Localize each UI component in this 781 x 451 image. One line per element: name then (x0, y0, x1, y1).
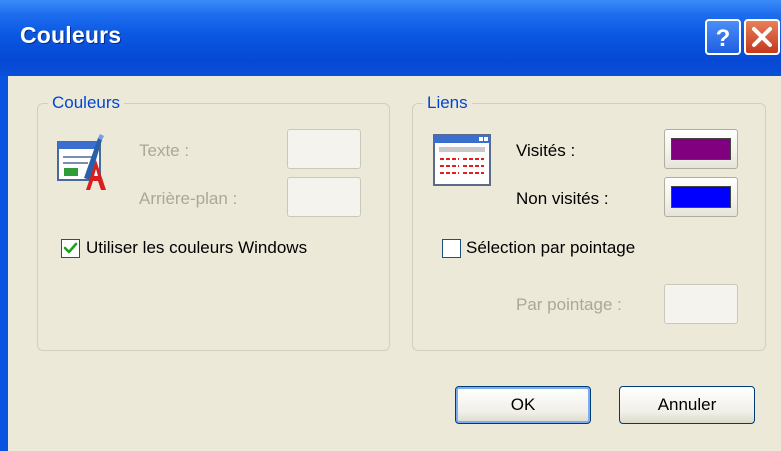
help-button[interactable]: ? (705, 19, 741, 55)
hover-color-label: Par pointage : (516, 295, 622, 314)
background-color-button[interactable] (287, 177, 361, 217)
unvisited-color-button[interactable] (664, 177, 738, 217)
visited-color-label: Visités : (516, 141, 576, 160)
dialog-body: Couleurs Texte : Arrière-plan : Utiliser… (8, 76, 781, 451)
text-color-button[interactable] (287, 129, 361, 169)
web-page-icon (433, 134, 491, 186)
hover-selection-label[interactable]: Sélection par pointage (466, 238, 635, 258)
hover-color-button[interactable] (664, 284, 738, 324)
cancel-button[interactable]: Annuler (619, 386, 755, 424)
use-windows-colors-checkbox[interactable] (61, 239, 80, 258)
ok-button[interactable]: OK (455, 386, 591, 424)
hover-selection-checkbox[interactable] (442, 239, 461, 258)
svg-text:?: ? (716, 25, 731, 52)
window-title: Couleurs (20, 22, 122, 48)
visited-color-button[interactable] (664, 129, 738, 169)
unvisited-color-swatch (671, 186, 731, 208)
text-color-palette-icon (57, 134, 106, 190)
checkmark-icon (63, 242, 78, 254)
text-color-label: Texte : (139, 141, 190, 160)
close-icon (752, 27, 772, 47)
visited-color-swatch (671, 138, 731, 160)
help-icon: ? (716, 25, 731, 52)
title-bar[interactable]: Couleurs ? (0, 0, 781, 76)
close-button[interactable] (744, 19, 780, 55)
links-group-title: Liens (423, 93, 472, 113)
background-color-label: Arrière-plan : (139, 189, 238, 208)
colors-dialog: Couleurs ? Couleurs Texte : Arrière-plan… (0, 0, 781, 451)
use-windows-colors-label[interactable]: Utiliser les couleurs Windows (86, 238, 307, 258)
unvisited-color-label: Non visités : (516, 189, 609, 208)
colors-group-title: Couleurs (48, 93, 125, 113)
